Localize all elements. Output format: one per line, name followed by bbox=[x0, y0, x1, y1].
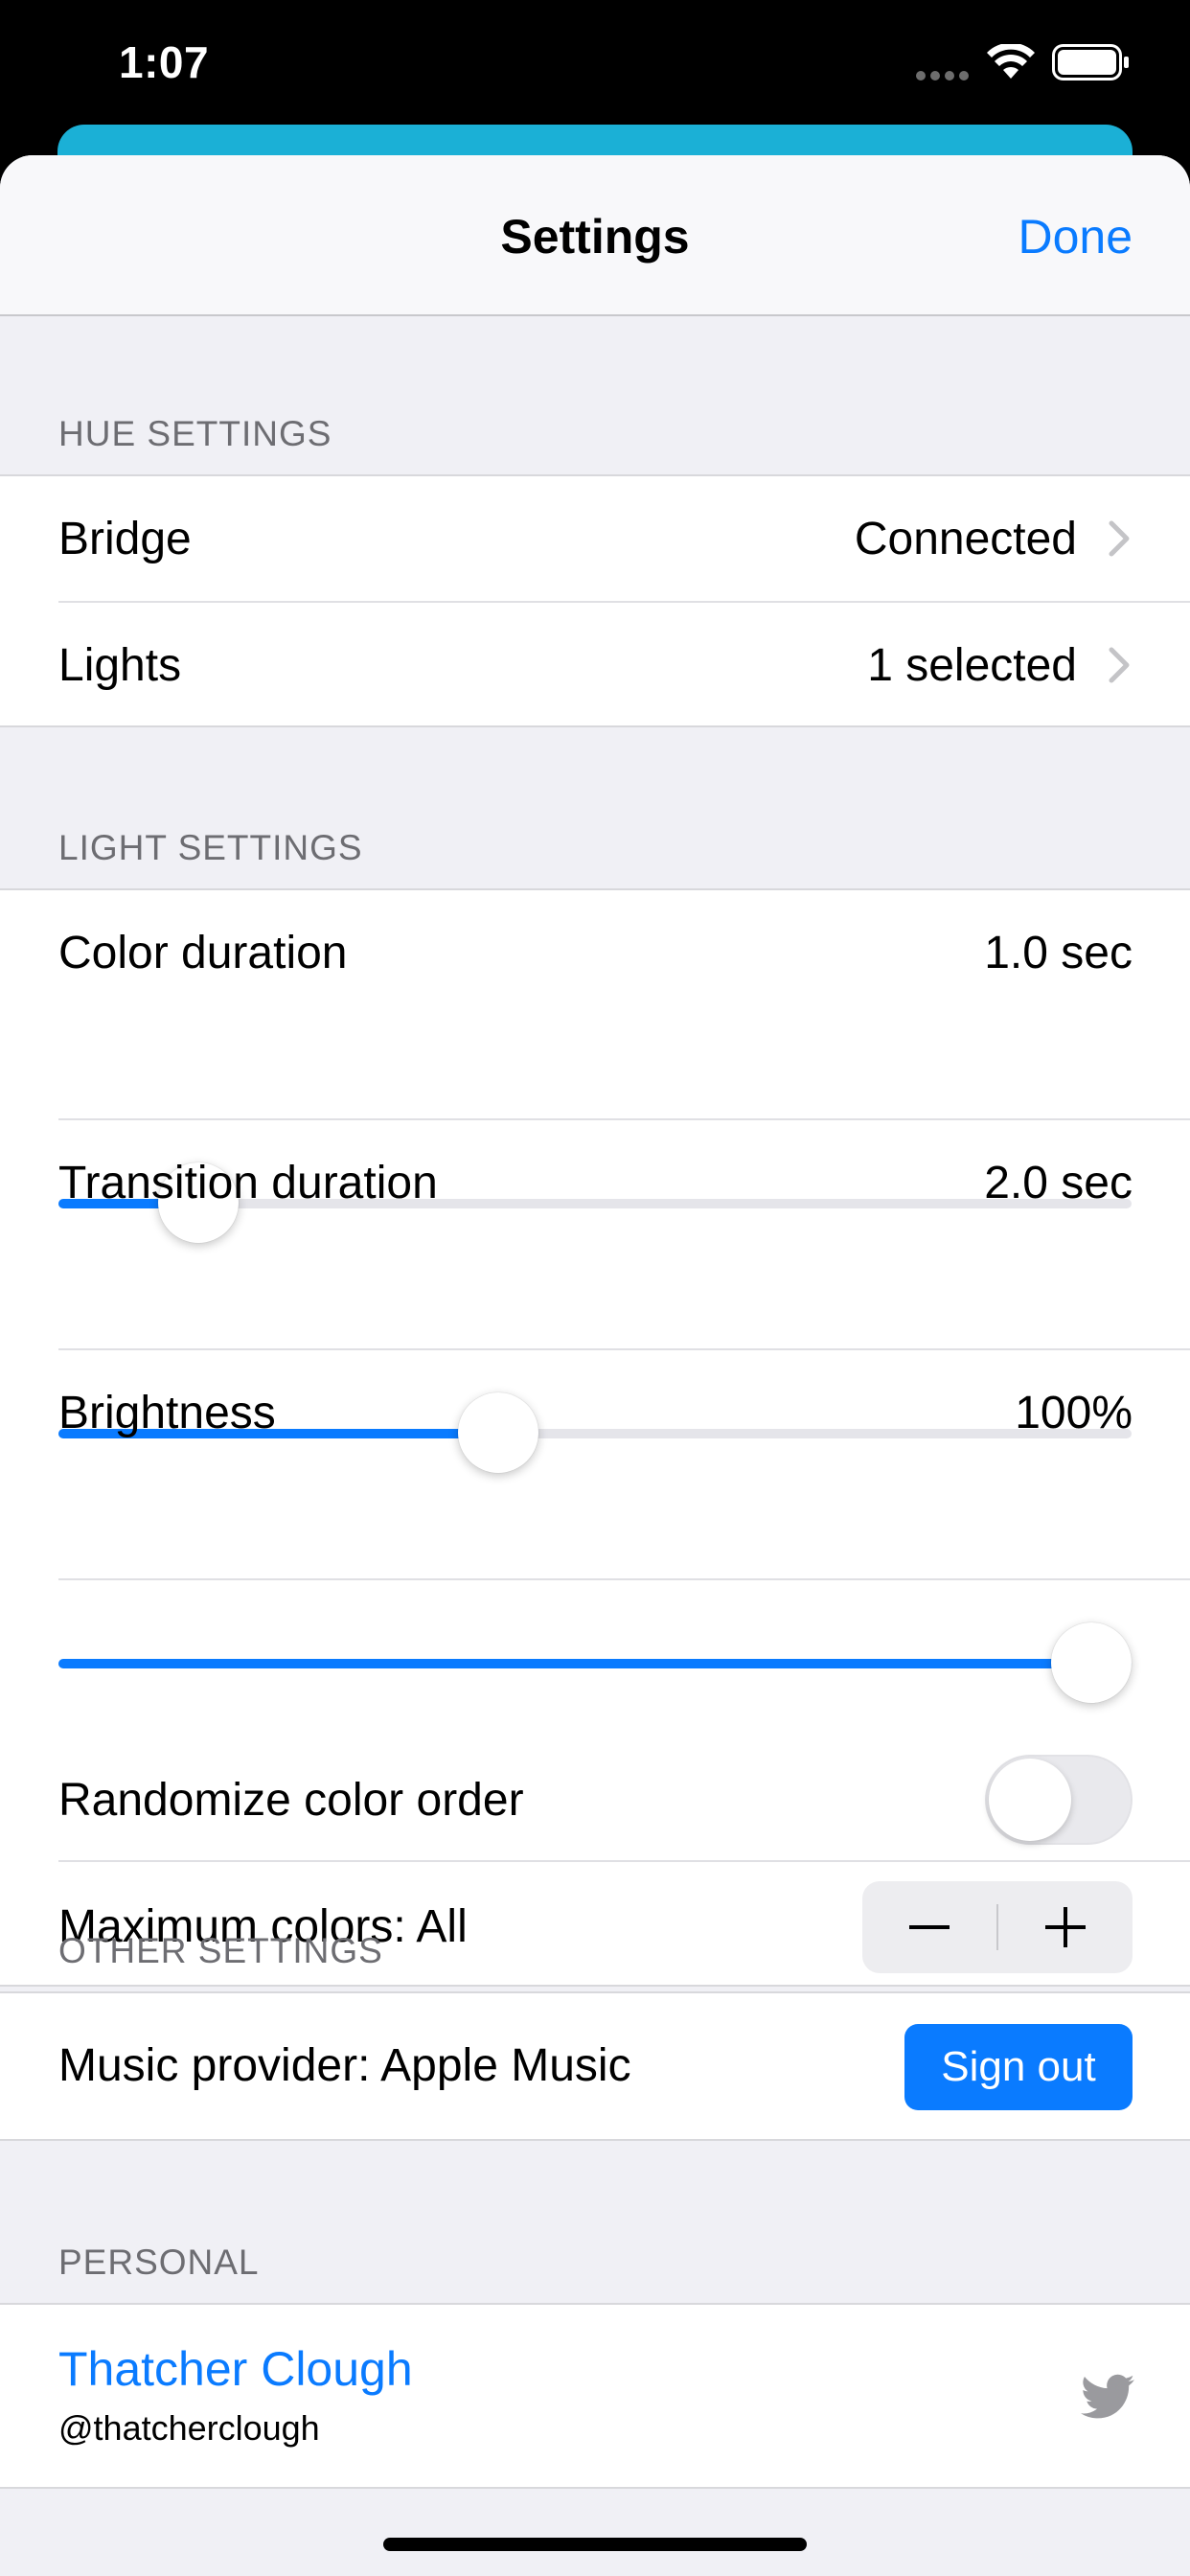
bridge-label: Bridge bbox=[58, 514, 192, 564]
section-header-light: LIGHT SETTINGS bbox=[58, 828, 363, 867]
brightness-value: 100% bbox=[1015, 1388, 1133, 1438]
brightness-label: Brightness bbox=[58, 1388, 276, 1438]
done-button[interactable]: Done bbox=[1018, 209, 1133, 264]
battery-icon bbox=[1052, 44, 1129, 80]
transition-duration-label: Transition duration bbox=[58, 1158, 438, 1208]
music-provider-label: Music provider: Apple Music bbox=[58, 2040, 631, 2091]
color-duration-value: 1.0 sec bbox=[984, 928, 1133, 978]
settings-sheet: Settings Done HUE SETTINGS Bridge Connec… bbox=[0, 155, 1190, 2576]
sign-out-button[interactable]: Sign out bbox=[904, 2024, 1133, 2110]
page-title: Settings bbox=[500, 210, 690, 264]
randomize-label: Randomize color order bbox=[58, 1775, 524, 1826]
twitter-icon[interactable] bbox=[1081, 2374, 1134, 2420]
person-handle: @thatcherclough bbox=[58, 2408, 320, 2448]
section-header-other: OTHER SETTINGS bbox=[58, 1931, 383, 1970]
minus-icon bbox=[909, 1925, 950, 1929]
wifi-icon bbox=[987, 44, 1035, 79]
bridge-value: Connected bbox=[854, 514, 1077, 564]
decrement-button[interactable] bbox=[862, 1881, 996, 1973]
slider-thumb[interactable] bbox=[1051, 1622, 1132, 1703]
status-bar: 1:07 bbox=[0, 0, 1190, 134]
slider-thumb[interactable] bbox=[458, 1392, 538, 1473]
person-name[interactable]: Thatcher Clough bbox=[58, 2341, 413, 2397]
max-colors-stepper[interactable] bbox=[862, 1881, 1133, 1973]
signal-icon bbox=[916, 71, 969, 80]
other-settings-group: Music provider: Apple Music Sign out bbox=[0, 1991, 1190, 2141]
light-settings-group: Color duration 1.0 sec Transition durati… bbox=[0, 888, 1190, 1987]
status-time: 1:07 bbox=[119, 37, 210, 87]
home-indicator[interactable] bbox=[383, 2538, 807, 2551]
personal-group[interactable]: Thatcher Clough @thatcherclough bbox=[0, 2303, 1190, 2489]
hue-settings-group: Bridge Connected Lights 1 selected bbox=[0, 474, 1190, 727]
bridge-row[interactable]: Bridge Connected bbox=[0, 476, 1190, 601]
lights-value: 1 selected bbox=[867, 640, 1077, 691]
plus-icon bbox=[1045, 1907, 1086, 1947]
separator bbox=[58, 1348, 1190, 1350]
lights-label: Lights bbox=[58, 640, 182, 691]
toggle-knob bbox=[989, 1759, 1071, 1841]
separator bbox=[58, 1860, 1190, 1862]
increment-button[interactable] bbox=[998, 1881, 1133, 1973]
chevron-right-icon bbox=[1109, 647, 1130, 683]
separator bbox=[58, 1118, 1190, 1120]
nav-bar: Settings Done bbox=[0, 155, 1190, 316]
section-header-hue: HUE SETTINGS bbox=[58, 414, 332, 453]
lights-row[interactable]: Lights 1 selected bbox=[0, 603, 1190, 727]
slider-fill bbox=[58, 1659, 1132, 1668]
section-header-personal: PERSONAL bbox=[58, 2242, 260, 2282]
randomize-toggle[interactable] bbox=[985, 1755, 1133, 1845]
transition-duration-value: 2.0 sec bbox=[984, 1158, 1133, 1208]
chevron-right-icon bbox=[1109, 520, 1130, 557]
color-duration-label: Color duration bbox=[58, 928, 348, 978]
brightness-slider[interactable] bbox=[58, 1622, 1132, 1703]
separator bbox=[58, 1578, 1190, 1580]
